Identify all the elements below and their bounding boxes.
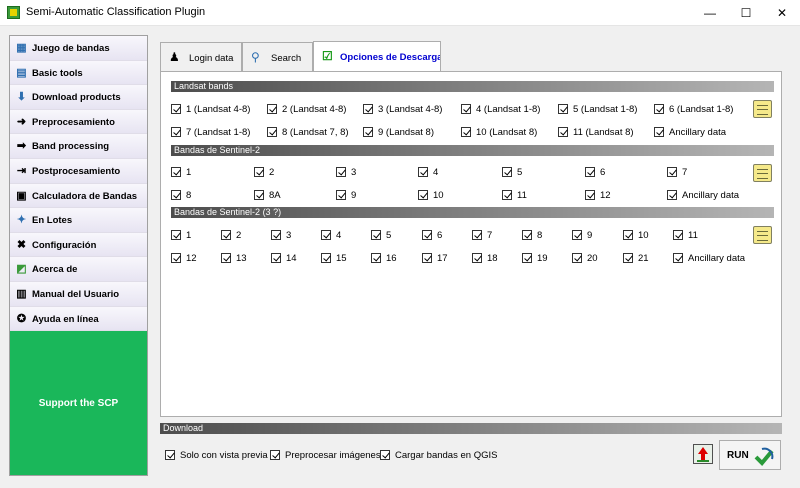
about-icon: ◩ (16, 263, 27, 276)
support-scp-button[interactable]: Support the SCP (10, 331, 147, 475)
run-icon (754, 447, 774, 466)
maximize-button[interactable]: ☐ (728, 0, 764, 26)
search-icon: ⚲ (251, 50, 260, 64)
sidebar: ▦ Juego de bandas ▤ Basic tools ⬇ Download … (9, 35, 148, 476)
sidebar-item-preprocessing[interactable]: ➜ Preprocesamiento (10, 109, 147, 135)
sentinel3-select-all-button[interactable] (753, 226, 772, 244)
checkbox-icon: ☑ (322, 49, 333, 63)
run-button[interactable]: RUN (719, 440, 781, 470)
landsat-bands-header: Landsat bands (171, 81, 774, 92)
download-icon: ⬇ (16, 91, 27, 104)
user-icon: ♟ (169, 50, 180, 64)
sidebar-item-basic-tools[interactable]: ▤ Basic tools (10, 60, 147, 86)
basic-tools-icon: ▤ (16, 66, 27, 79)
manual-icon: ▥ (16, 287, 27, 300)
calculator-icon: ▣ (16, 189, 27, 202)
sidebar-item-online-help[interactable]: ✪ Ayuda en línea (10, 306, 147, 332)
upload-arrow-icon (698, 447, 708, 454)
scp-logo-icon (7, 6, 20, 19)
export-download-links-button[interactable] (693, 444, 713, 464)
sentinel2-select-all-button[interactable] (753, 164, 772, 182)
minimize-button[interactable]: — (692, 0, 728, 26)
sidebar-item-band-processing[interactable]: ➡ Band processing (10, 134, 147, 159)
band-set-icon: ▦ (16, 42, 27, 54)
tab-search[interactable]: ⚲ Search (242, 42, 313, 72)
sidebar-item-batch[interactable]: ✦ En Lotes (10, 208, 147, 233)
batch-icon: ✦ (16, 214, 27, 227)
settings-icon: ✖ (16, 238, 27, 251)
postprocessing-icon: ⇥ (16, 164, 27, 177)
help-icon: ✪ (16, 312, 27, 325)
sidebar-item-band-set[interactable]: ▦ Juego de bandas (10, 36, 147, 61)
sidebar-item-user-manual[interactable]: ▥ Manual del Usuario (10, 281, 147, 307)
tab-download-options[interactable]: ☑ Opciones de Descarga (313, 41, 441, 72)
sidebar-item-settings[interactable]: ✖ Configuración (10, 232, 147, 258)
band-processing-icon: ➡ (16, 140, 27, 153)
sentinel2-bands-header: Bandas de Sentinel-2 (171, 145, 774, 156)
sidebar-item-about[interactable]: ◩ Acerca de (10, 257, 147, 282)
download-options-panel: Landsat bands 1 (Landsat 4-8) 2 (Landsat… (160, 71, 782, 417)
sidebar-item-postprocessing[interactable]: ⇥ Postprocesamiento (10, 158, 147, 184)
preprocessing-icon: ➜ (16, 115, 27, 128)
tab-login-data[interactable]: ♟ Login data (160, 42, 242, 72)
title-bar: Semi-Automatic Classification Plugin — ☐… (0, 0, 800, 26)
sidebar-item-band-calculator[interactable]: ▣ Calculadora de Bandas (10, 183, 147, 209)
close-button[interactable]: ✕ (764, 0, 800, 26)
sentinel3-bands-header: Bandas de Sentinel-2 (3 ?) (171, 207, 774, 218)
download-header: Download (160, 423, 782, 434)
sidebar-item-download-products[interactable]: ⬇ Download products (10, 85, 147, 110)
landsat-select-all-button[interactable] (753, 100, 772, 118)
window-title: Semi-Automatic Classification Plugin (26, 6, 206, 18)
